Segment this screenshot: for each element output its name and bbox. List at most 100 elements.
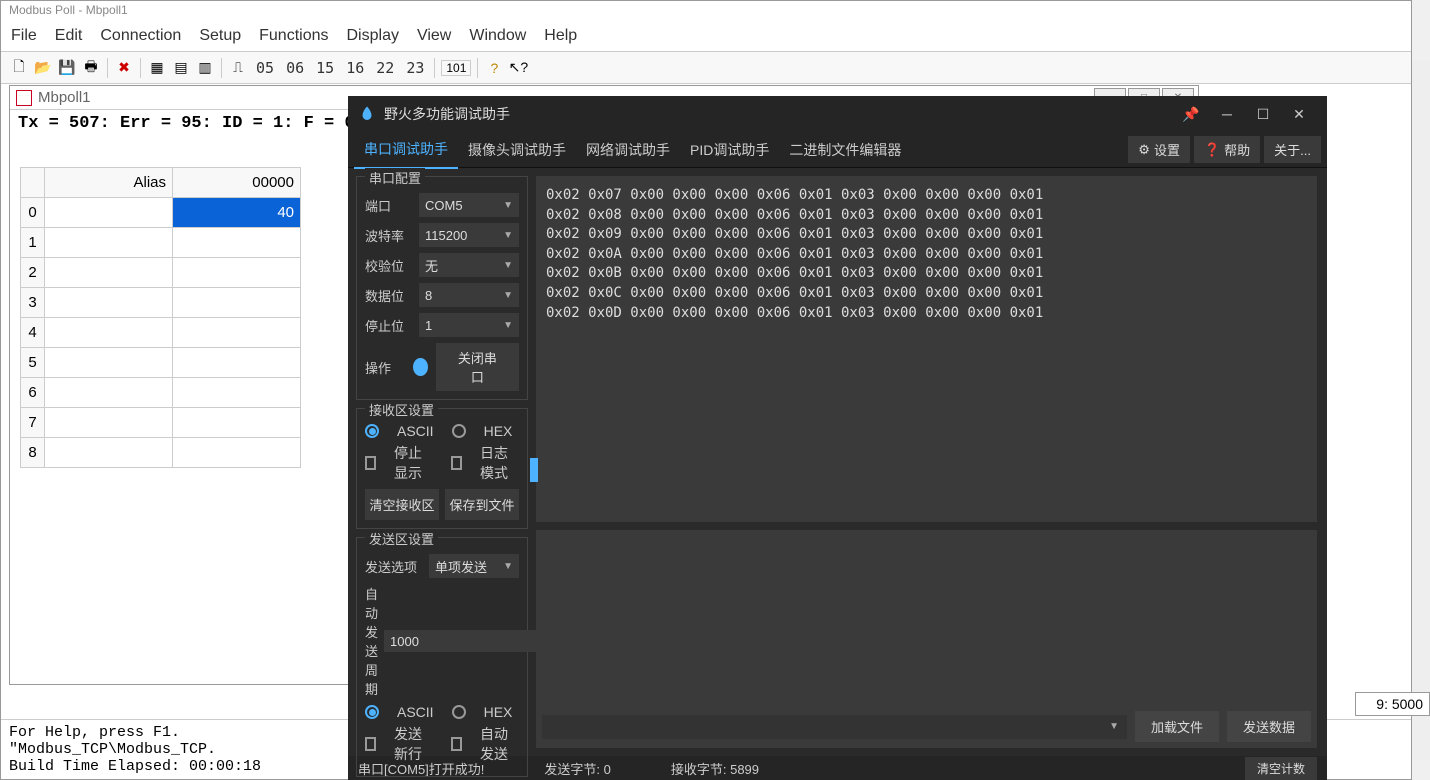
alias-cell[interactable] — [45, 198, 173, 228]
parity-select[interactable]: 无▼ — [419, 253, 519, 277]
alias-cell[interactable] — [45, 288, 173, 318]
value-cell[interactable] — [173, 408, 301, 438]
alias-cell[interactable] — [45, 378, 173, 408]
tab-pid[interactable]: PID调试助手 — [680, 132, 779, 168]
send-data-button[interactable]: 发送数据 — [1227, 711, 1311, 742]
minimize-icon[interactable]: ─ — [1209, 99, 1245, 129]
list-icon[interactable]: ▥ — [195, 58, 215, 78]
send-history-dropdown[interactable]: ▼ — [542, 715, 1127, 739]
open-icon[interactable]: 📂 — [33, 58, 53, 78]
stopbits-select[interactable]: 1▼ — [419, 313, 519, 337]
about-button[interactable]: 关于... — [1264, 136, 1321, 163]
autosend-checkbox[interactable] — [451, 737, 462, 751]
row-header[interactable]: 6 — [21, 378, 45, 408]
table-row[interactable]: 6 — [21, 378, 301, 408]
func-15[interactable]: 15 — [312, 59, 338, 77]
excel-icon[interactable]: ▤ — [171, 58, 191, 78]
menu-functions[interactable]: Functions — [259, 27, 328, 45]
disconnect-icon[interactable]: ✖ — [114, 58, 134, 78]
value-header[interactable]: 00000 — [173, 168, 301, 198]
value-cell[interactable] — [173, 438, 301, 468]
help-icon[interactable]: ? — [484, 58, 504, 78]
menu-display[interactable]: Display — [347, 27, 399, 45]
databits-select[interactable]: 8▼ — [419, 283, 519, 307]
alias-cell[interactable] — [45, 258, 173, 288]
clear-recv-button[interactable]: 清空接收区 — [365, 489, 439, 520]
collapse-handle-icon[interactable] — [530, 458, 538, 482]
row-header[interactable]: 1 — [21, 228, 45, 258]
value-cell[interactable] — [173, 228, 301, 258]
func-22[interactable]: 22 — [372, 59, 398, 77]
send-mode-select[interactable]: 单项发送▼ — [429, 554, 519, 578]
tab-network[interactable]: 网络调试助手 — [576, 132, 680, 168]
save-file-button[interactable]: 保存到文件 — [445, 489, 519, 520]
print-icon[interactable]: 🖶 — [81, 58, 101, 78]
recv-ascii-radio[interactable] — [365, 424, 379, 438]
send-ascii-radio[interactable] — [365, 705, 379, 719]
row-header[interactable]: 8 — [21, 438, 45, 468]
value-cell[interactable] — [173, 318, 301, 348]
table-row[interactable]: 8 — [21, 438, 301, 468]
send-input[interactable] — [536, 530, 1317, 705]
table-row[interactable]: 0 40 — [21, 198, 301, 228]
table-row[interactable]: 3 — [21, 288, 301, 318]
recv-hex-radio[interactable] — [452, 424, 466, 438]
alias-cell[interactable] — [45, 228, 173, 258]
alias-cell[interactable] — [45, 408, 173, 438]
help-button[interactable]: ❓帮助 — [1194, 136, 1260, 163]
table-row[interactable]: 4 — [21, 318, 301, 348]
func-06[interactable]: 06 — [282, 59, 308, 77]
new-icon[interactable]: 🗋 — [9, 58, 29, 78]
save-icon[interactable]: 💾 — [57, 58, 77, 78]
tab-camera[interactable]: 摄像头调试助手 — [458, 132, 576, 168]
alias-header[interactable]: Alias — [45, 168, 173, 198]
tb-101[interactable]: 101 — [441, 60, 471, 76]
value-cell[interactable] — [173, 348, 301, 378]
log-checkbox[interactable] — [451, 456, 462, 470]
menu-edit[interactable]: Edit — [55, 27, 83, 45]
table-row[interactable]: 5 — [21, 348, 301, 378]
pause-checkbox[interactable] — [365, 456, 376, 470]
maximize-icon[interactable]: ☐ — [1245, 99, 1281, 129]
whatsthis-icon[interactable]: ↖? — [508, 58, 528, 78]
port-select[interactable]: COM5▼ — [419, 193, 519, 217]
alias-cell[interactable] — [45, 438, 173, 468]
settings-button[interactable]: ⚙设置 — [1128, 136, 1190, 163]
func-23[interactable]: 23 — [402, 59, 428, 77]
value-cell[interactable] — [173, 288, 301, 318]
alias-cell[interactable] — [45, 318, 173, 348]
value-cell[interactable]: 40 — [173, 198, 301, 228]
func-16[interactable]: 16 — [342, 59, 368, 77]
pin-icon[interactable]: 📌 — [1173, 99, 1209, 129]
baud-select[interactable]: 115200▼ — [419, 223, 519, 247]
clear-count-button[interactable]: 清空计数 — [1245, 757, 1317, 780]
value-cell[interactable] — [173, 378, 301, 408]
menu-setup[interactable]: Setup — [199, 27, 241, 45]
row-header[interactable]: 2 — [21, 258, 45, 288]
send-hex-radio[interactable] — [452, 705, 466, 719]
row-header[interactable]: 3 — [21, 288, 45, 318]
load-file-button[interactable]: 加载文件 — [1135, 711, 1219, 742]
menu-view[interactable]: View — [417, 27, 451, 45]
newline-checkbox[interactable] — [365, 737, 376, 751]
table-row[interactable]: 1 — [21, 228, 301, 258]
menu-file[interactable]: File — [11, 27, 37, 45]
receive-area[interactable]: 0x02 0x07 0x00 0x00 0x00 0x06 0x01 0x03 … — [536, 176, 1317, 522]
grid-icon[interactable]: ▦ — [147, 58, 167, 78]
pulse-icon[interactable]: ⎍ — [228, 58, 248, 78]
value-cell[interactable] — [173, 258, 301, 288]
table-row[interactable]: 2 — [21, 258, 301, 288]
menu-help[interactable]: Help — [544, 27, 577, 45]
tab-serial[interactable]: 串口调试助手 — [354, 131, 458, 169]
close-port-button[interactable]: 关闭串口 — [436, 343, 519, 391]
row-header[interactable]: 7 — [21, 408, 45, 438]
row-header[interactable]: 4 — [21, 318, 45, 348]
row-header[interactable]: 0 — [21, 198, 45, 228]
menu-window[interactable]: Window — [469, 27, 526, 45]
alias-cell[interactable] — [45, 348, 173, 378]
connection-toggle[interactable] — [413, 358, 428, 376]
func-05[interactable]: 05 — [252, 59, 278, 77]
row-header[interactable]: 5 — [21, 348, 45, 378]
tab-binary[interactable]: 二进制文件编辑器 — [779, 132, 911, 168]
table-row[interactable]: 7 — [21, 408, 301, 438]
